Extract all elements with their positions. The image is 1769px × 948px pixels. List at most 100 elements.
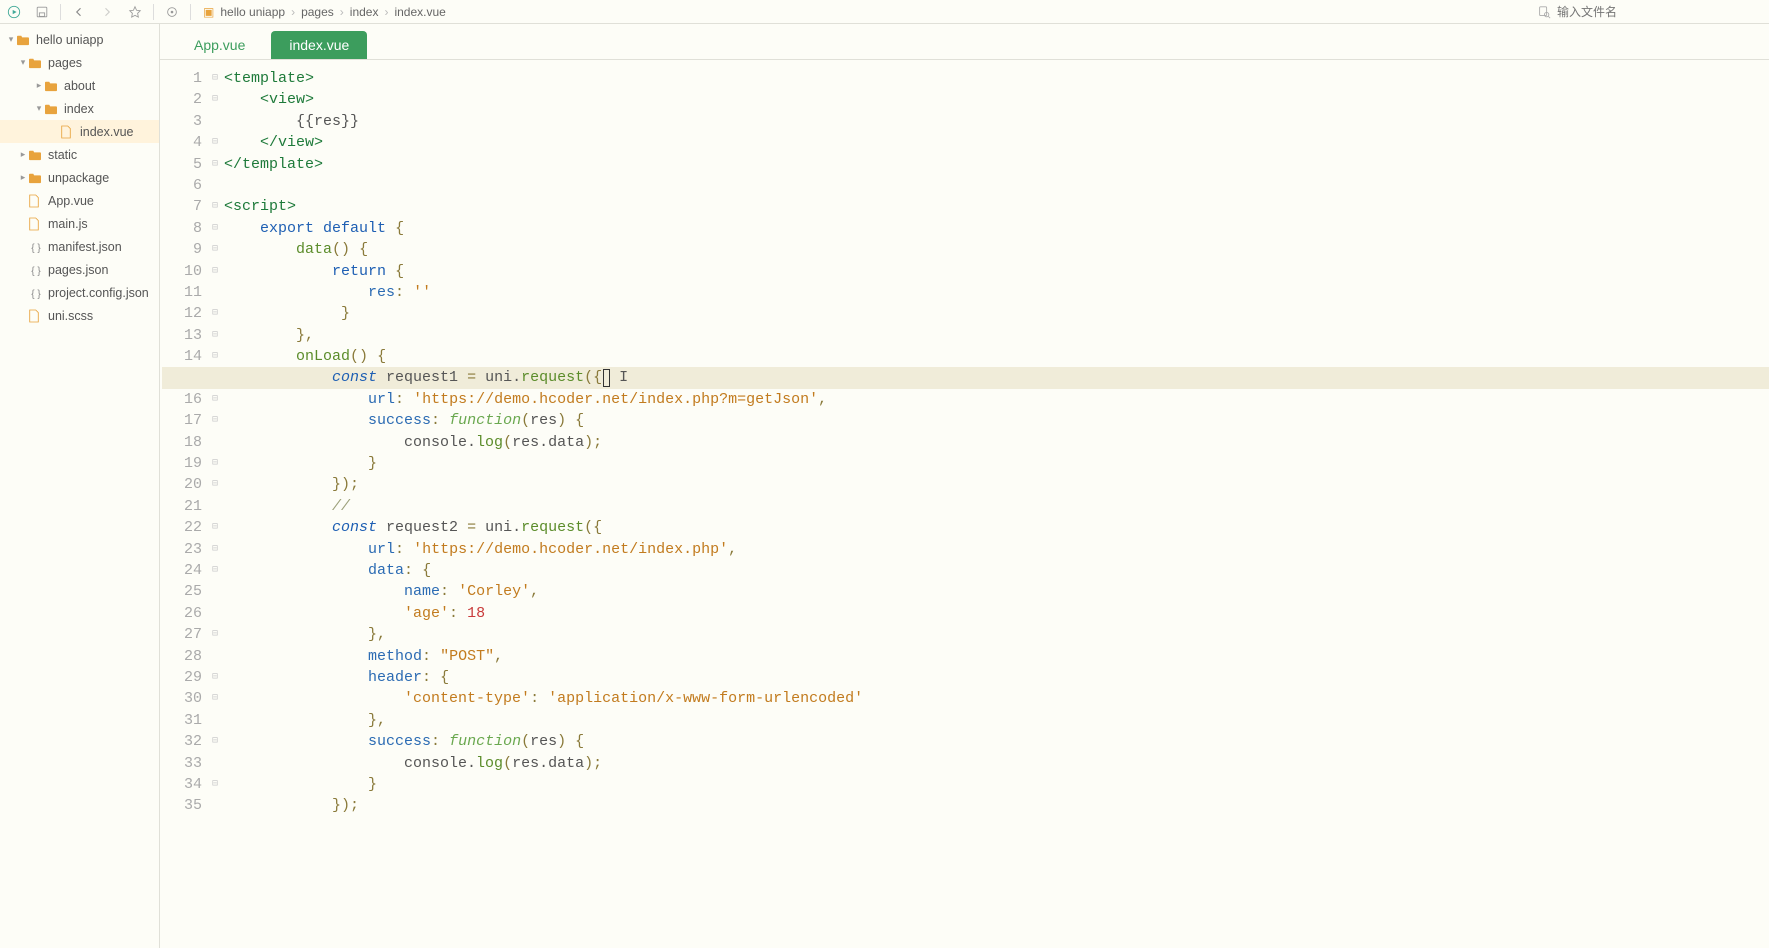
code-line[interactable]: 'content-type': 'application/x-www-form-… bbox=[224, 688, 1769, 709]
search-input[interactable] bbox=[1557, 5, 1757, 19]
tree-item[interactable]: ▸static bbox=[0, 143, 159, 166]
breadcrumb-item[interactable]: hello uniapp bbox=[220, 5, 285, 19]
fold-toggle[interactable]: ⊟ bbox=[208, 346, 222, 367]
fold-toggle[interactable]: ⊟ bbox=[208, 560, 222, 581]
fold-toggle[interactable]: ⊟ bbox=[208, 453, 222, 474]
fold-toggle[interactable]: ⊟ bbox=[208, 389, 222, 410]
tree-item[interactable]: ▸about bbox=[0, 74, 159, 97]
code-line[interactable]: <template> bbox=[224, 68, 1769, 89]
fold-toggle[interactable]: ⊟ bbox=[208, 774, 222, 795]
fold-toggle[interactable]: ⊟ bbox=[208, 132, 222, 153]
fold-toggle[interactable] bbox=[208, 175, 222, 196]
editor-tab[interactable]: index.vue bbox=[271, 31, 367, 59]
code-editor[interactable]: 1234567891011121314151617181920212223242… bbox=[160, 60, 1769, 948]
code-line[interactable]: res: '' bbox=[224, 282, 1769, 303]
code-line[interactable]: } bbox=[224, 453, 1769, 474]
fold-toggle[interactable] bbox=[208, 282, 222, 303]
code-line[interactable]: }); bbox=[224, 474, 1769, 495]
fold-toggle[interactable]: ⊟ bbox=[208, 154, 222, 175]
code-line[interactable]: <view> bbox=[224, 89, 1769, 110]
code-line[interactable]: }, bbox=[224, 710, 1769, 731]
code-line[interactable]: data() { bbox=[224, 239, 1769, 260]
fold-toggle[interactable]: ⊟ bbox=[208, 688, 222, 709]
code-line[interactable]: </template> bbox=[224, 154, 1769, 175]
code-line[interactable]: success: function(res) { bbox=[224, 731, 1769, 752]
code-line[interactable]: console.log(res.data); bbox=[224, 432, 1769, 453]
toolbar-btn-star[interactable] bbox=[121, 0, 149, 23]
code-line[interactable]: const request1 = uni.request({ I bbox=[224, 367, 1769, 388]
tree-item[interactable]: { }project.config.json bbox=[0, 281, 159, 304]
tree-item[interactable]: { }pages.json bbox=[0, 258, 159, 281]
code-line[interactable]: header: { bbox=[224, 667, 1769, 688]
toolbar-btn-save[interactable] bbox=[28, 0, 56, 23]
code-line[interactable]: }, bbox=[224, 325, 1769, 346]
toolbar-btn-forward[interactable] bbox=[93, 0, 121, 23]
code-line[interactable]: data: { bbox=[224, 560, 1769, 581]
code-line[interactable]: method: "POST", bbox=[224, 646, 1769, 667]
toolbar-btn-run[interactable] bbox=[0, 0, 28, 23]
code-line[interactable]: success: function(res) { bbox=[224, 410, 1769, 431]
code-line[interactable]: } bbox=[224, 774, 1769, 795]
fold-toggle[interactable]: ⊟ bbox=[208, 539, 222, 560]
breadcrumb-item[interactable]: index.vue bbox=[394, 5, 445, 19]
fold-toggle[interactable]: ⊟ bbox=[208, 667, 222, 688]
code-line[interactable]: <script> bbox=[224, 196, 1769, 217]
code-line[interactable]: onLoad() { bbox=[224, 346, 1769, 367]
code-line[interactable]: 'age': 18 bbox=[224, 603, 1769, 624]
tree-item[interactable]: ▾pages bbox=[0, 51, 159, 74]
fold-toggle[interactable]: ⊟ bbox=[208, 68, 222, 89]
code-line[interactable]: url: 'https://demo.hcoder.net/index.php'… bbox=[224, 539, 1769, 560]
tree-item[interactable]: ▸unpackage bbox=[0, 166, 159, 189]
fold-toggle[interactable] bbox=[208, 581, 222, 602]
fold-toggle[interactable]: ⊟ bbox=[208, 410, 222, 431]
fold-toggle[interactable]: ⊟ bbox=[208, 196, 222, 217]
fold-toggle[interactable]: ⊟ bbox=[208, 325, 222, 346]
code-lines[interactable]: <template> <view> {{res}} </view></templ… bbox=[222, 60, 1769, 948]
fold-toggle[interactable] bbox=[208, 646, 222, 667]
tree-item[interactable]: ▾index bbox=[0, 97, 159, 120]
fold-toggle[interactable]: ⊟ bbox=[208, 303, 222, 324]
fold-toggle[interactable] bbox=[208, 710, 222, 731]
fold-toggle[interactable] bbox=[208, 496, 222, 517]
breadcrumb-item[interactable]: pages bbox=[301, 5, 334, 19]
code-line[interactable]: return { bbox=[224, 261, 1769, 282]
tree-item[interactable]: ▾hello uniapp bbox=[0, 28, 159, 51]
breadcrumb-item[interactable]: index bbox=[350, 5, 379, 19]
tree-item[interactable]: App.vue bbox=[0, 189, 159, 212]
fold-toggle[interactable] bbox=[208, 753, 222, 774]
code-token: name bbox=[404, 583, 440, 600]
fold-toggle[interactable] bbox=[208, 111, 222, 132]
tree-item[interactable]: uni.scss bbox=[0, 304, 159, 327]
code-line[interactable]: } bbox=[224, 303, 1769, 324]
fold-toggle[interactable]: ⊟ bbox=[208, 89, 222, 110]
code-line[interactable]: // bbox=[224, 496, 1769, 517]
code-line[interactable]: }, bbox=[224, 624, 1769, 645]
fold-toggle[interactable] bbox=[208, 432, 222, 453]
tree-item[interactable]: index.vue bbox=[0, 120, 159, 143]
fold-toggle[interactable]: ⊟ bbox=[208, 474, 222, 495]
fold-toggle[interactable] bbox=[208, 795, 222, 816]
fold-toggle[interactable] bbox=[208, 603, 222, 624]
fold-toggle[interactable]: ⊟ bbox=[208, 261, 222, 282]
code-line[interactable]: const request2 = uni.request({ bbox=[224, 517, 1769, 538]
editor-tab[interactable]: App.vue bbox=[176, 31, 263, 59]
code-line[interactable]: }); bbox=[224, 795, 1769, 816]
code-token bbox=[431, 648, 440, 665]
code-line[interactable]: url: 'https://demo.hcoder.net/index.php?… bbox=[224, 389, 1769, 410]
code-line[interactable]: </view> bbox=[224, 132, 1769, 153]
code-line[interactable]: {{res}} bbox=[224, 111, 1769, 132]
fold-toggle[interactable]: ⊟ bbox=[208, 624, 222, 645]
fold-toggle[interactable]: ⊟ bbox=[208, 731, 222, 752]
fold-toggle[interactable]: ⊟ bbox=[208, 517, 222, 538]
file-tree[interactable]: ▾hello uniapp▾pages▸about▾indexindex.vue… bbox=[0, 24, 160, 948]
fold-toggle[interactable]: ⊟ bbox=[208, 239, 222, 260]
toolbar-btn-target[interactable] bbox=[158, 0, 186, 23]
code-line[interactable]: console.log(res.data); bbox=[224, 753, 1769, 774]
code-line[interactable]: name: 'Corley', bbox=[224, 581, 1769, 602]
code-line[interactable] bbox=[224, 175, 1769, 196]
tree-item[interactable]: main.js bbox=[0, 212, 159, 235]
tree-item[interactable]: { }manifest.json bbox=[0, 235, 159, 258]
fold-toggle[interactable]: ⊟ bbox=[208, 218, 222, 239]
code-line[interactable]: export default { bbox=[224, 218, 1769, 239]
toolbar-btn-back[interactable] bbox=[65, 0, 93, 23]
